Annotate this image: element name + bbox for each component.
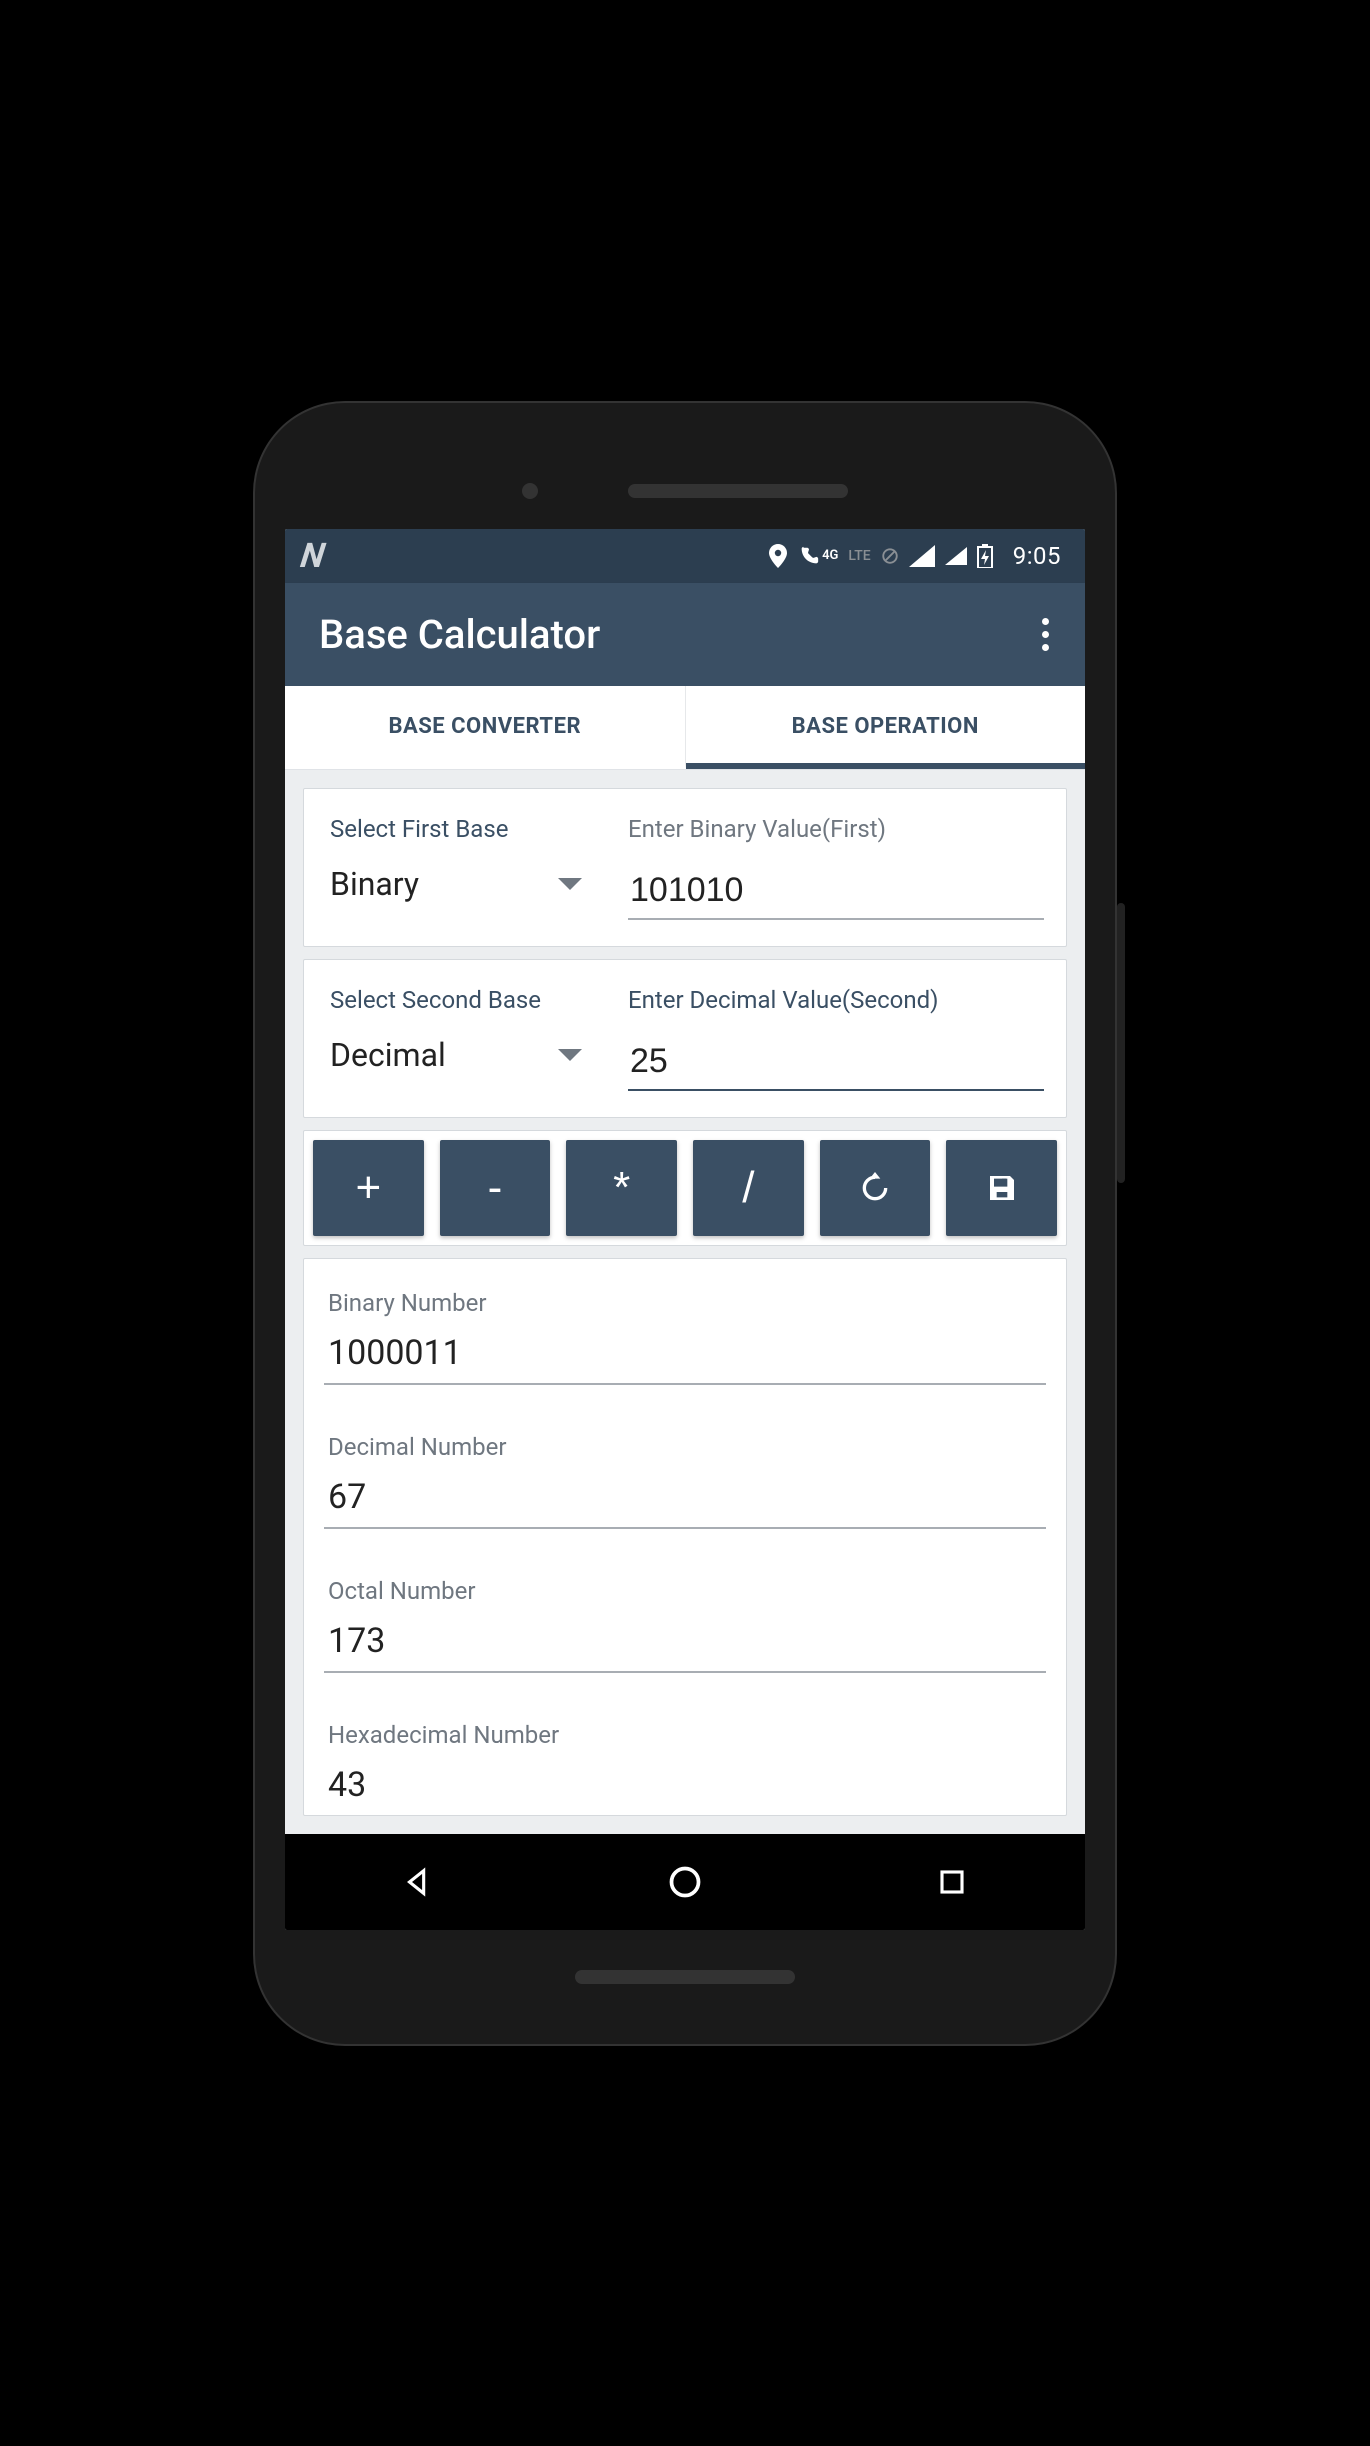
results-card: Binary Number 1000011 Decimal Number 67 … bbox=[303, 1258, 1067, 1816]
octal-result-value[interactable]: 173 bbox=[324, 1621, 1046, 1673]
octal-result: Octal Number 173 bbox=[324, 1577, 1046, 1673]
phone-top bbox=[285, 433, 1085, 529]
first-base-card: Select First Base Binary Enter Binary Va… bbox=[303, 788, 1067, 947]
add-button[interactable]: + bbox=[313, 1140, 424, 1236]
second-value-label: Enter Decimal Value(Second) bbox=[628, 986, 1044, 1014]
home-button[interactable] bbox=[625, 1852, 745, 1912]
app-title: Base Calculator bbox=[319, 611, 600, 658]
content: Select First Base Binary Enter Binary Va… bbox=[285, 770, 1085, 1834]
save-button[interactable] bbox=[946, 1140, 1057, 1236]
second-base-select-value: Decimal bbox=[330, 1036, 446, 1074]
tab-bar: BASE CONVERTER BASE OPERATION bbox=[285, 686, 1085, 770]
second-base-dropdown[interactable]: Decimal bbox=[330, 1036, 600, 1074]
status-bar: N 4G LTE bbox=[285, 529, 1085, 583]
second-base-select-label: Select Second Base bbox=[330, 986, 600, 1014]
first-base-dropdown[interactable]: Binary bbox=[330, 865, 600, 903]
save-icon bbox=[986, 1172, 1018, 1204]
decimal-result: Decimal Number 67 bbox=[324, 1433, 1046, 1529]
tab-base-converter[interactable]: BASE CONVERTER bbox=[285, 686, 686, 769]
decimal-result-label: Decimal Number bbox=[324, 1433, 1046, 1461]
binary-result-label: Binary Number bbox=[324, 1289, 1046, 1317]
hex-result-value[interactable]: 43 bbox=[324, 1765, 1046, 1805]
phone-frame: N 4G LTE bbox=[255, 403, 1115, 2044]
divide-button[interactable]: / bbox=[693, 1140, 804, 1236]
lte-label: LTE bbox=[848, 548, 870, 564]
status-carrier: N bbox=[298, 536, 327, 576]
no-data-icon bbox=[881, 547, 899, 565]
refresh-icon bbox=[859, 1172, 891, 1204]
phone-bottom bbox=[285, 1930, 1085, 2004]
chevron-down-icon bbox=[558, 878, 582, 890]
first-value-label: Enter Binary Value(First) bbox=[628, 815, 1044, 843]
decimal-result-value[interactable]: 67 bbox=[324, 1477, 1046, 1529]
more-menu-icon[interactable] bbox=[1042, 618, 1055, 651]
earpiece bbox=[628, 484, 848, 498]
first-value-input[interactable] bbox=[628, 865, 1044, 920]
status-time: 9:05 bbox=[1013, 542, 1061, 570]
binary-result: Binary Number 1000011 bbox=[324, 1289, 1046, 1385]
octal-result-label: Octal Number bbox=[324, 1577, 1046, 1605]
signal-1-icon bbox=[909, 545, 935, 567]
screen: N 4G LTE bbox=[285, 529, 1085, 1930]
recents-button[interactable] bbox=[892, 1852, 1012, 1912]
binary-result-value[interactable]: 1000011 bbox=[324, 1333, 1046, 1385]
second-value-input[interactable] bbox=[628, 1036, 1044, 1091]
operations-row: + - * / bbox=[303, 1130, 1067, 1246]
android-nav-bar bbox=[285, 1834, 1085, 1930]
battery-icon bbox=[977, 544, 993, 568]
camera-dot bbox=[522, 483, 538, 499]
tab-base-operation[interactable]: BASE OPERATION bbox=[686, 686, 1086, 769]
subtract-button[interactable]: - bbox=[440, 1140, 551, 1236]
first-base-select-value: Binary bbox=[330, 865, 419, 903]
multiply-button[interactable]: * bbox=[566, 1140, 677, 1236]
reset-button[interactable] bbox=[820, 1140, 931, 1236]
location-icon bbox=[768, 544, 788, 568]
first-base-select-label: Select First Base bbox=[330, 815, 600, 843]
app-bar: Base Calculator bbox=[285, 583, 1085, 686]
hex-result: Hexadecimal Number 43 bbox=[324, 1721, 1046, 1805]
wifi-call-icon: 4G bbox=[798, 545, 838, 567]
hex-result-label: Hexadecimal Number bbox=[324, 1721, 1046, 1749]
signal-2-icon bbox=[945, 547, 967, 565]
chevron-down-icon bbox=[558, 1049, 582, 1061]
status-right: 4G LTE 9:05 bbox=[768, 542, 1061, 570]
second-base-card: Select Second Base Decimal Enter Decimal… bbox=[303, 959, 1067, 1118]
back-button[interactable] bbox=[358, 1852, 478, 1912]
